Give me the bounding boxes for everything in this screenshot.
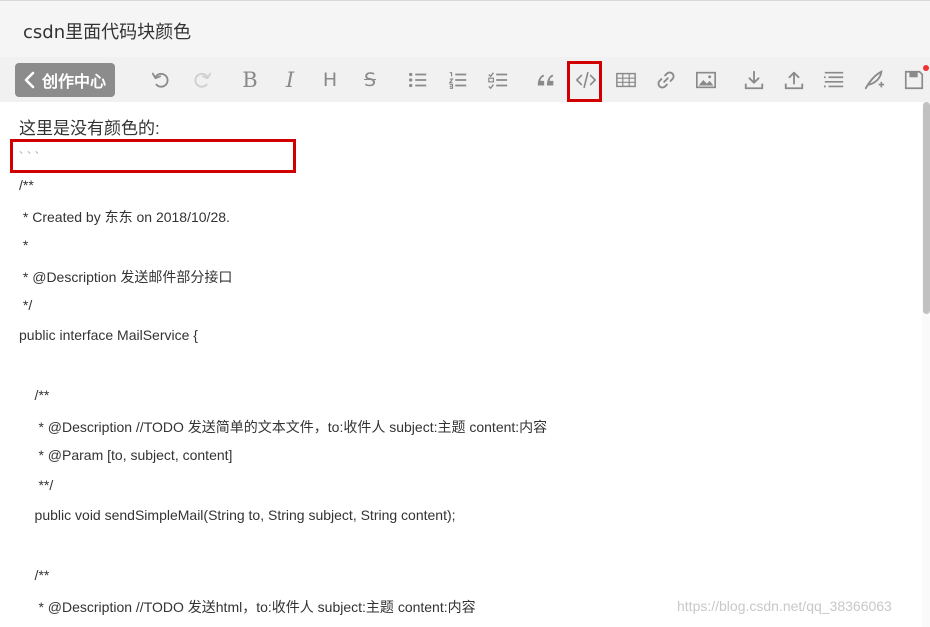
watermark: https://blog.csdn.net/qq_38366063: [677, 598, 892, 614]
scrollbar-thumb[interactable]: [923, 102, 930, 314]
code-line: /**: [19, 387, 50, 403]
code-line: * @Description //TODO 发送简单的文本文件，to:收件人 s…: [19, 419, 548, 435]
code-button-highlight-box: [567, 61, 602, 102]
chevron-left-icon: [24, 71, 35, 89]
code-line: /**: [19, 177, 34, 193]
undo-icon[interactable]: [149, 68, 173, 92]
editor-scrollbar[interactable]: [922, 102, 930, 627]
code-line: **/: [19, 477, 54, 493]
ordered-list-icon[interactable]: [446, 68, 470, 92]
code-line: /**: [19, 567, 50, 583]
strikethrough-icon[interactable]: S: [358, 68, 382, 92]
task-list-icon[interactable]: [486, 68, 510, 92]
code-line: * Created by 东东 on 2018/10/28.: [19, 209, 230, 225]
document-title[interactable]: csdn里面代码块颜色: [23, 21, 191, 45]
title-bar: csdn里面代码块颜色: [0, 0, 930, 57]
redo-icon[interactable]: [190, 68, 214, 92]
code-line: * @Description 发送邮件部分接口: [19, 269, 233, 285]
toc-icon[interactable]: [822, 68, 846, 92]
quote-icon[interactable]: [534, 68, 558, 92]
table-icon[interactable]: [614, 68, 638, 92]
backticks-highlight-box: [10, 139, 296, 173]
editor-toolbar: 创作中心 B I H S: [0, 57, 930, 102]
back-to-creation-center-button[interactable]: 创作中心: [15, 63, 115, 97]
back-button-label: 创作中心: [42, 72, 107, 91]
italic-icon[interactable]: I: [278, 68, 302, 92]
upload-icon[interactable]: [782, 68, 806, 92]
image-icon[interactable]: [694, 68, 718, 92]
save-icon[interactable]: [902, 68, 926, 92]
code-line: public interface MailService {: [19, 327, 198, 343]
unordered-list-icon[interactable]: [406, 68, 430, 92]
code-line: */: [19, 297, 33, 313]
link-icon[interactable]: [654, 68, 678, 92]
code-line: * @Param [to, subject, content]: [19, 447, 233, 463]
download-icon[interactable]: [742, 68, 766, 92]
bold-icon[interactable]: B: [238, 68, 262, 92]
code-line: * @Description //TODO 发送html，to:收件人 subj…: [19, 599, 476, 615]
code-line: public void sendSimpleMail(String to, St…: [19, 507, 456, 523]
code-line: *: [19, 237, 29, 253]
heading-icon[interactable]: H: [318, 68, 342, 92]
feather-icon[interactable]: [862, 68, 886, 92]
editor-heading-line: 这里是没有颜色的:: [19, 119, 160, 138]
editor-content[interactable]: [0, 102, 930, 627]
notification-dot: [923, 65, 929, 71]
